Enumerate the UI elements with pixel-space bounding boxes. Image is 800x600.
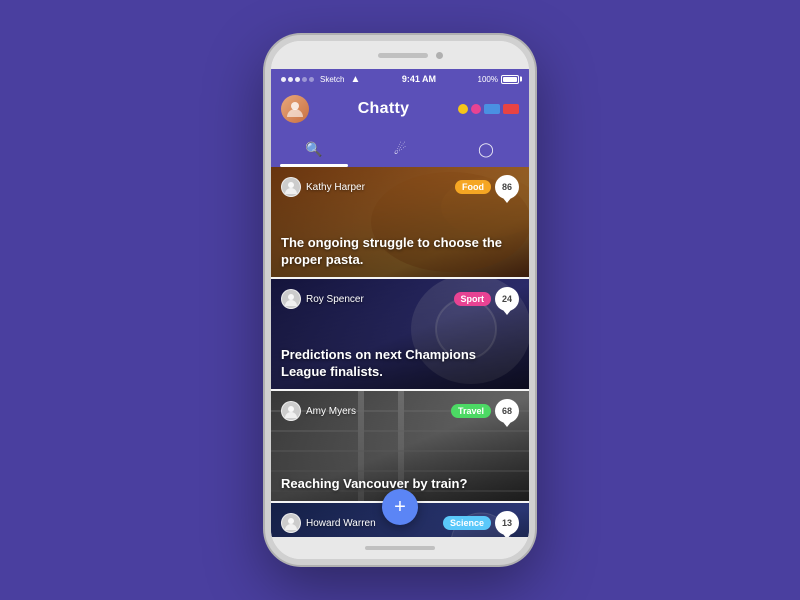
tab-trending[interactable]: ☄ [357,131,443,167]
science-comment-count: 13 [495,511,519,535]
signal-dot-5 [309,77,314,82]
signal-dot-4 [302,77,307,82]
travel-comment-count: 68 [495,399,519,423]
blue-rect-icon[interactable] [484,104,500,114]
amy-avatar [281,401,301,421]
signal-dot-1 [281,77,286,82]
card-travel[interactable]: Amy Myers Travel 68 Reaching Vancouver b… [271,391,529,501]
header-avatar[interactable] [281,95,309,123]
carrier-label: Sketch [320,75,344,84]
card-food-right: Food 86 [455,175,519,199]
card-travel-user: Amy Myers [281,401,356,421]
card-sport[interactable]: Roy Spencer Sport 24 Predictions on next… [271,279,529,389]
search-icon: 🔍 [305,141,322,158]
food-comment-count: 86 [495,175,519,199]
app-title: Chatty [358,100,410,118]
fab-icon: + [394,496,406,519]
phone-camera [436,52,443,59]
card-sport-user: Roy Spencer [281,289,364,309]
app-header: Chatty [271,89,529,131]
status-left: Sketch ▲ [281,74,360,85]
tab-recent[interactable]: ◯ [443,131,529,167]
card-travel-right: Travel 68 [451,399,519,423]
food-badge[interactable]: Food [455,180,491,194]
kathy-name: Kathy Harper [306,182,365,193]
phone-shell: Sketch ▲ 9:41 AM 100% Chatty [265,35,535,565]
yellow-icon[interactable] [458,104,468,114]
amy-name: Amy Myers [306,406,356,417]
card-food-user: Kathy Harper [281,177,365,197]
signal-dot-2 [288,77,293,82]
status-time: 9:41 AM [402,74,436,84]
card-sport-meta: Roy Spencer Sport 24 [281,287,519,311]
card-science-right: Science 13 [443,511,519,535]
battery-icon [501,75,519,84]
feed: Kathy Harper Food 86 The ongoing struggl… [271,167,529,537]
phone-top-bar [271,41,529,69]
red-rect-icon[interactable] [503,104,519,114]
tab-search[interactable]: 🔍 [271,131,357,167]
roy-name: Roy Spencer [306,294,364,305]
status-right: 100% [478,75,519,84]
kathy-avatar [281,177,301,197]
card-food-meta: Kathy Harper Food 86 [281,175,519,199]
home-bar [365,546,435,550]
status-bar: Sketch ▲ 9:41 AM 100% [271,69,529,89]
card-food[interactable]: Kathy Harper Food 86 The ongoing struggl… [271,167,529,277]
sport-badge[interactable]: Sport [454,292,492,306]
card-science-user: Howard Warren [281,513,376,533]
sport-card-title: Predictions on next Champions League fin… [281,347,519,381]
phone-speaker [378,53,428,58]
pink-icon[interactable] [471,104,481,114]
signal-dot-3 [295,77,300,82]
phone-bottom-bar [271,537,529,559]
tab-bar: 🔍 ☄ ◯ [271,131,529,167]
howard-name: Howard Warren [306,518,376,529]
card-food-content: Kathy Harper Food 86 The ongoing struggl… [271,167,529,277]
howard-avatar [281,513,301,533]
wifi-icon: ▲ [350,74,360,85]
food-card-title: The ongoing struggle to choose the prope… [281,235,519,269]
trending-icon: ☄ [394,141,407,158]
battery-fill [503,77,517,82]
roy-avatar [281,289,301,309]
header-icons [458,104,519,114]
card-travel-content: Amy Myers Travel 68 Reaching Vancouver b… [271,391,529,501]
card-sport-content: Roy Spencer Sport 24 Predictions on next… [271,279,529,389]
card-travel-meta: Amy Myers Travel 68 [281,399,519,423]
sport-comment-count: 24 [495,287,519,311]
battery-percent: 100% [478,75,498,84]
fab-button[interactable]: + [382,489,418,525]
card-sport-right: Sport 24 [454,287,520,311]
science-badge[interactable]: Science [443,516,491,530]
travel-badge[interactable]: Travel [451,404,491,418]
clock-icon: ◯ [478,141,494,158]
